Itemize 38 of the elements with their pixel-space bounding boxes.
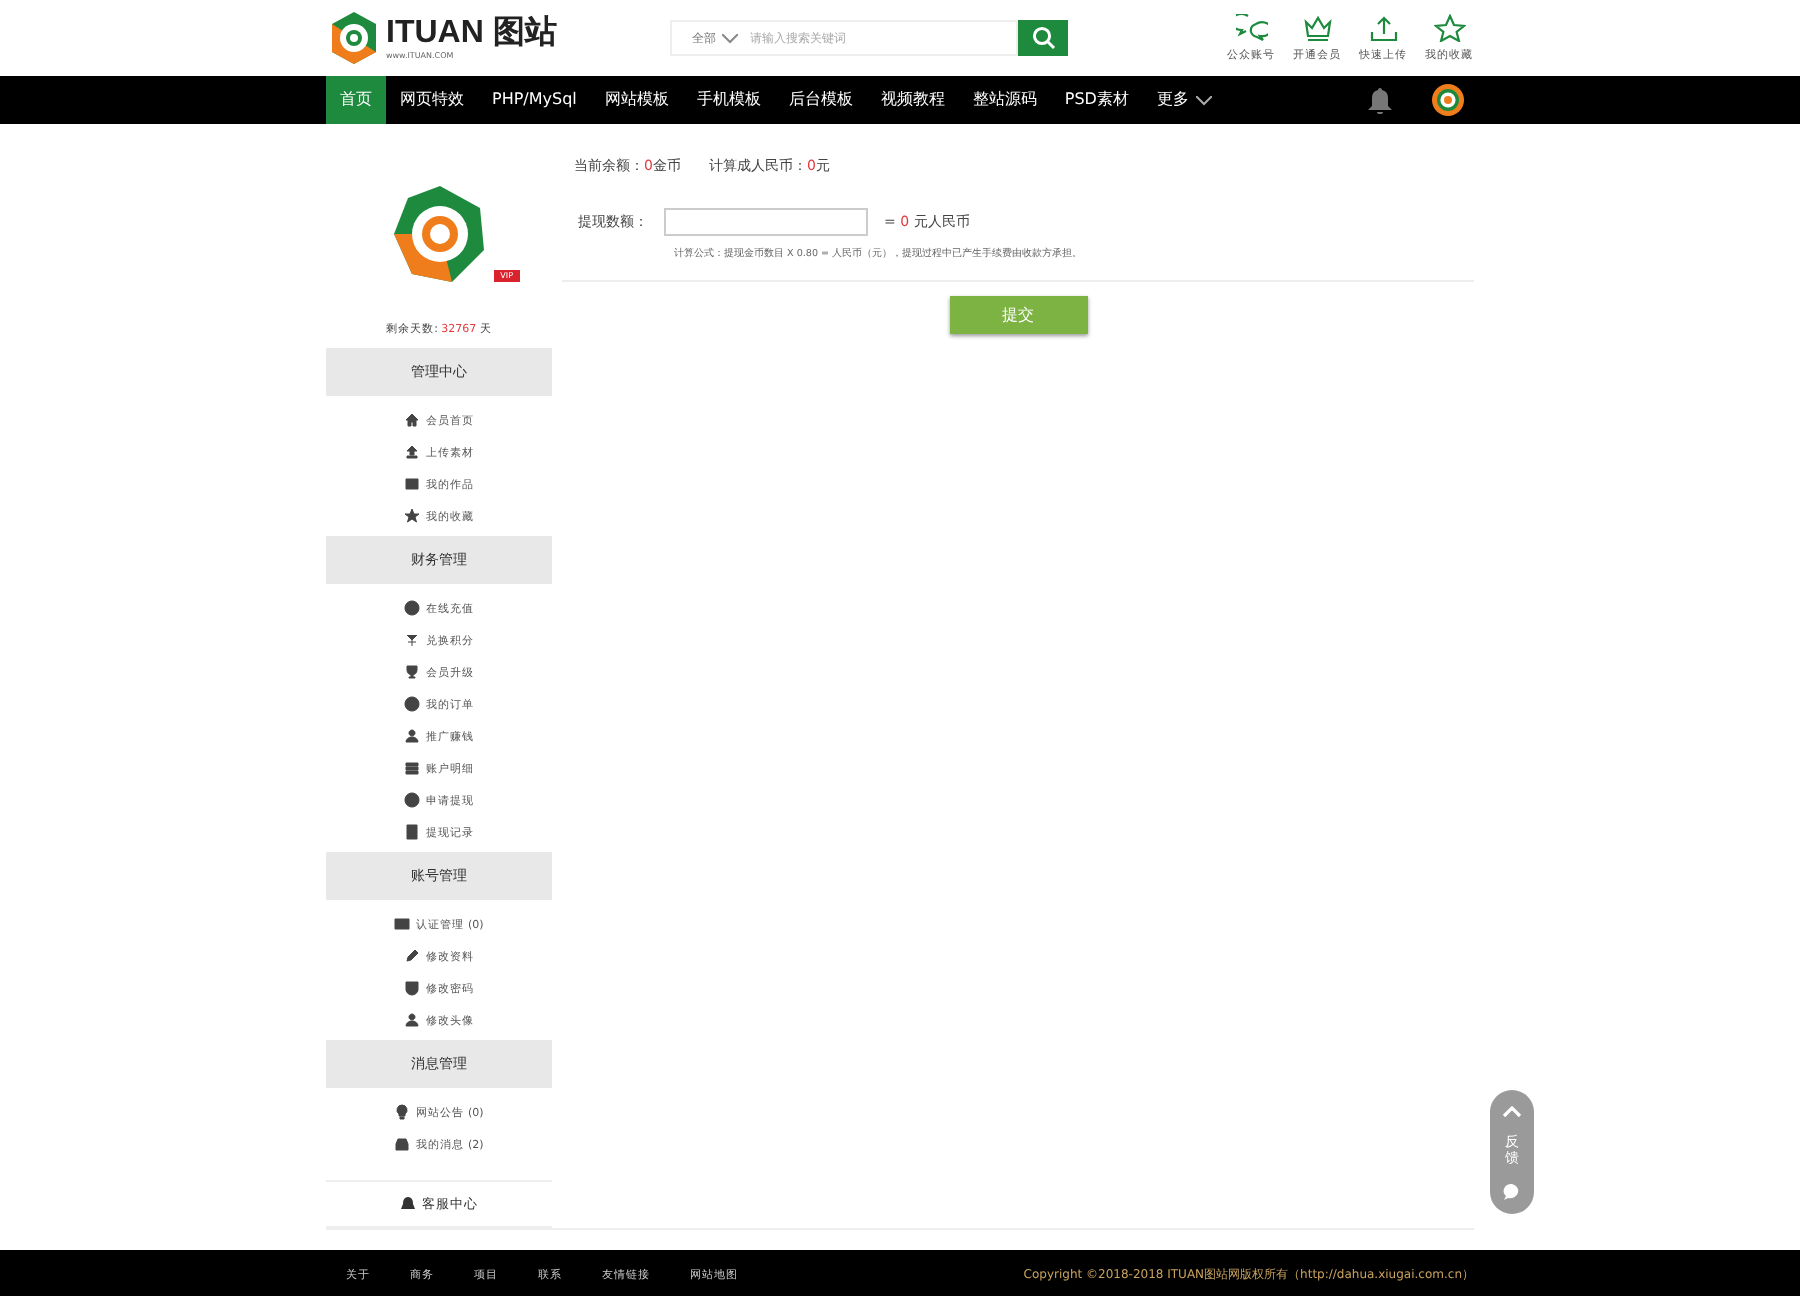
- upload-icon: [1367, 14, 1399, 42]
- crown-icon: [1301, 14, 1333, 42]
- caret-icon: [722, 33, 738, 43]
- avatar-icon[interactable]: [1432, 84, 1464, 116]
- user-icon: [404, 728, 420, 744]
- nav-tab[interactable]: 网站模板: [590, 76, 683, 124]
- star-icon: [404, 508, 420, 524]
- coin-icon: [404, 792, 420, 808]
- logo-text: ITUAN 图站: [386, 16, 557, 50]
- logo-icon: [326, 10, 382, 66]
- chevron-up-icon: [1502, 1106, 1522, 1118]
- coin-icon: [404, 600, 420, 616]
- nav-tab[interactable]: 整站源码: [958, 76, 1051, 124]
- search-icon: [1031, 26, 1055, 50]
- exchange-icon: [404, 632, 420, 648]
- shield-icon: [404, 980, 420, 996]
- more-menu[interactable]: 更多: [1142, 76, 1227, 124]
- nav-tab[interactable]: PHP/MySql: [478, 76, 591, 124]
- search-button[interactable]: [1018, 20, 1068, 56]
- list-icon: [404, 760, 420, 776]
- pencil-icon: [404, 948, 420, 964]
- chat-bubbles-icon: [1235, 14, 1267, 42]
- nav-tab[interactable]: 视频教程: [866, 76, 959, 124]
- chat-icon: [1502, 1182, 1522, 1202]
- nav-tab[interactable]: PSD素材: [1050, 76, 1143, 124]
- user-icon: [404, 1012, 420, 1028]
- nav-tab[interactable]: 首页: [326, 76, 386, 124]
- nav-tab[interactable]: 网页特效: [386, 76, 478, 124]
- home-icon: [404, 412, 420, 428]
- nav-tab[interactable]: 手机模板: [682, 76, 775, 124]
- upload-icon: [404, 444, 420, 460]
- bell-icon[interactable]: [1368, 87, 1392, 113]
- bulb-icon: [394, 1104, 411, 1120]
- trophy-icon: [404, 664, 420, 680]
- amount-field[interactable]: [664, 208, 868, 236]
- nav-tab[interactable]: 后台模板: [774, 76, 867, 124]
- star-icon: [1433, 14, 1465, 42]
- caret-icon: [1196, 95, 1213, 105]
